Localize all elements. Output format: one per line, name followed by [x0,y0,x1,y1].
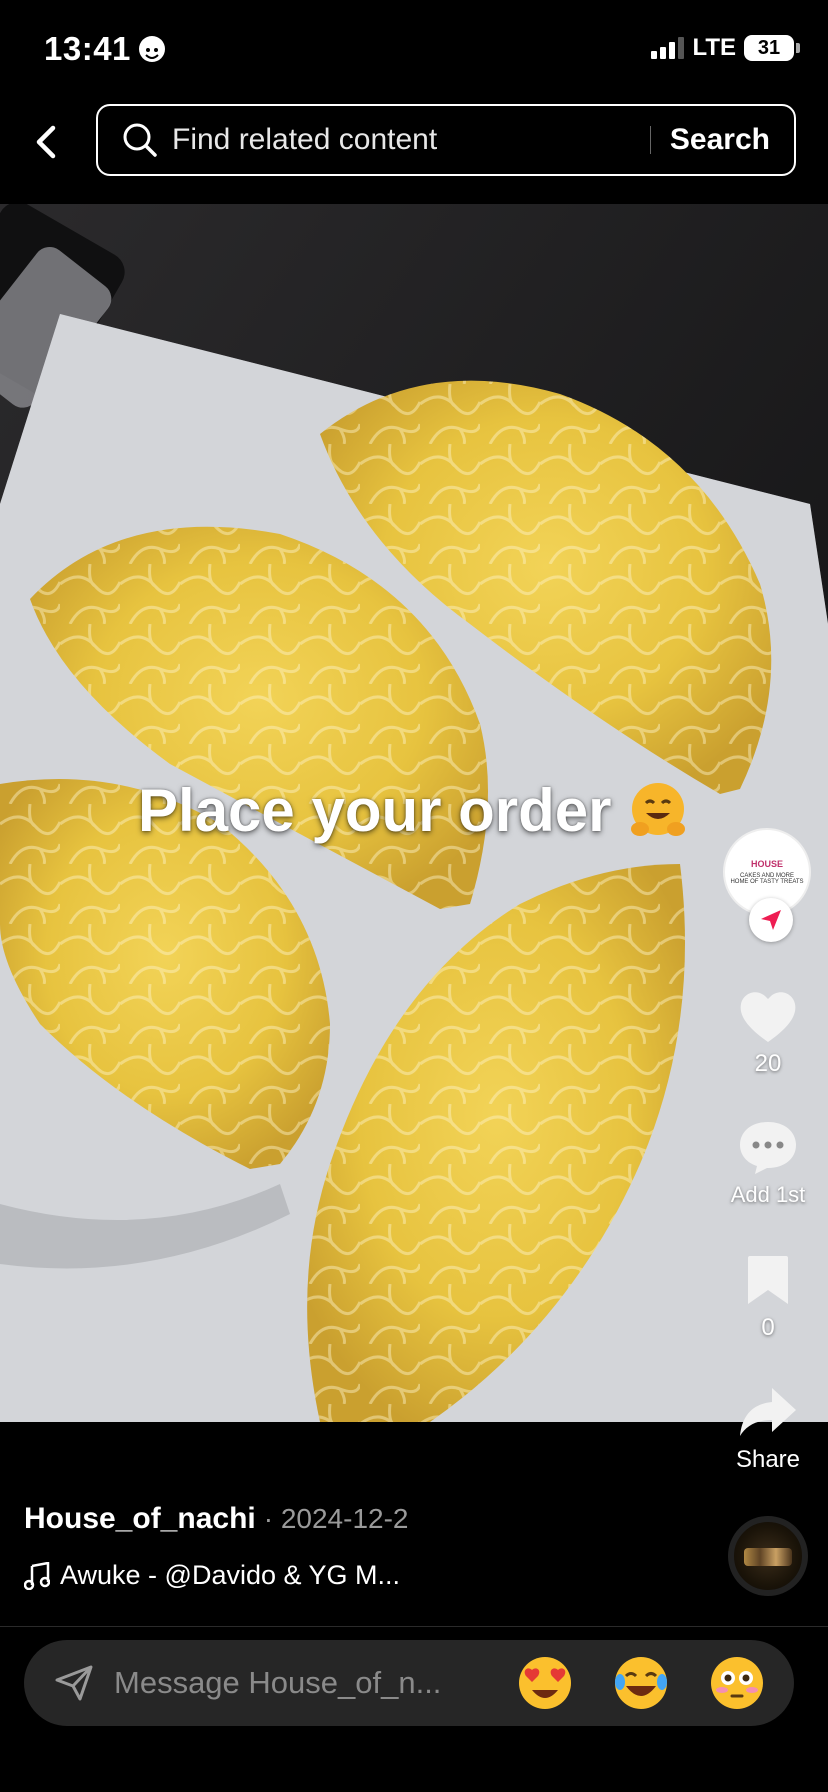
music-note-icon [24,1561,50,1590]
save-count: 0 [761,1314,775,1341]
top-bar: Find related content Search [0,100,828,204]
avatar-subtagline-text: HOME OF TASTY TREATS [730,879,804,885]
bookmark-icon [748,1256,788,1304]
heart-eyes-emoji-icon[interactable] [516,1654,574,1712]
search-icon [122,122,158,163]
search-divider [650,126,651,154]
search-bar[interactable]: Find related content Search [96,104,796,176]
status-bar: 13:41 LTE 31 [0,0,828,100]
comment-label: Add 1st [730,1182,806,1207]
caption-text: Place your order [138,777,612,844]
divider [0,1626,828,1627]
search-button[interactable]: Search [670,106,770,174]
share-label: Share [735,1446,801,1473]
post-meta: House_of_nachi · 2024-12-2 [24,1502,409,1536]
sound-disc-thumbnail[interactable] [728,1516,808,1596]
search-input[interactable]: Find related content [172,106,437,174]
video-player[interactable]: Place your order [0,204,828,1422]
post-date: · 2024-12-2 [263,1503,409,1534]
like-count: 20 [754,1050,782,1077]
send-arrow-icon [761,910,781,930]
avatar-brand-text: HOUSE [750,859,783,869]
chevron-left-icon [36,125,56,159]
comment-button[interactable]: Add 1st [708,1118,828,1208]
like-button[interactable]: 20 [708,988,828,1078]
comment-bubble-icon [740,1122,796,1174]
save-button[interactable]: 0 [708,1252,828,1342]
sound-title: Awuke - @Davido & YG M... [60,1560,401,1590]
message-bar: Message House_of_n... [24,1640,794,1726]
flushed-emoji-icon[interactable] [708,1654,766,1712]
network-type: LTE [692,34,736,61]
heart-icon [740,992,796,1042]
share-arrow-icon [740,1388,796,1436]
back-button[interactable] [22,118,70,166]
battery-icon: 31 [744,35,800,61]
sound-link[interactable]: Awuke - @Davido & YG M... [24,1560,400,1591]
send-icon [54,1664,94,1707]
follow-button[interactable] [749,898,793,942]
share-button[interactable]: Share [708,1384,828,1474]
signal-icon [651,37,685,59]
hugging-face-emoji-icon [630,782,685,836]
status-time: 13:41 [44,30,165,68]
activity-face-icon [138,36,165,62]
video-caption: Place your order [138,776,690,845]
message-input[interactable]: Message House_of_n... [114,1640,484,1726]
author-name[interactable]: House_of_nachi [24,1502,256,1536]
clock-text: 13:41 [44,30,131,67]
tears-of-joy-emoji-icon[interactable] [612,1654,670,1712]
status-indicators: LTE 31 [651,34,800,62]
